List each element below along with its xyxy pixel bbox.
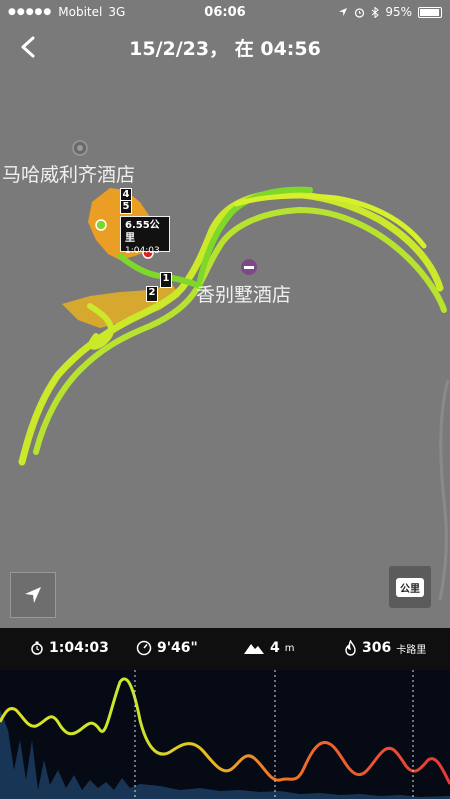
pace-line	[0, 677, 450, 785]
pace-gauge-icon	[136, 640, 152, 656]
page-title: 15/2/23， 在 04:56	[129, 37, 321, 60]
poi-label: 香别墅酒店	[196, 284, 292, 306]
back-button[interactable]	[10, 30, 46, 64]
pace-elevation-chart[interactable]	[0, 670, 450, 799]
map-view[interactable]: 马哈威利齐酒店 香别墅酒店 1 2 3 4 5 6.55公里 1:04:03	[0, 70, 450, 628]
elevation-area	[0, 710, 450, 799]
chevron-left-icon	[21, 36, 35, 58]
flame-icon	[345, 640, 356, 656]
callout-distance: 6.55公里	[125, 220, 160, 244]
battery-icon	[418, 6, 442, 18]
unit-toggle-button[interactable]: 公里	[389, 566, 431, 608]
start-marker	[95, 219, 107, 231]
locate-button[interactable]	[10, 572, 56, 618]
stopwatch-icon	[31, 641, 43, 655]
pace-value: 9'46"	[157, 640, 198, 656]
calories-unit: 卡路里	[396, 644, 427, 656]
elevation-value: 4	[270, 640, 280, 656]
navigation-arrow-icon	[25, 587, 41, 603]
hotel-bed-icon	[241, 259, 257, 275]
elevation-unit: m	[284, 642, 295, 654]
stats-bar: 1:04:03 9'46" 4m 306 卡路里	[0, 628, 450, 670]
status-bar: ●●●●● Mobitel 3G 06:06 95%	[0, 0, 450, 24]
pace-chart-svg	[0, 670, 450, 799]
stat-elevation: 4m	[243, 640, 295, 656]
route-segment	[33, 206, 447, 455]
unit-bubble: 公里	[396, 577, 424, 597]
mountain-icon	[244, 644, 264, 654]
km-marker[interactable]: 5	[120, 200, 132, 214]
stat-calories: 306 卡路里	[344, 640, 426, 656]
poi-label: 马哈威利齐酒店	[2, 164, 136, 186]
hotel-pin-icon	[72, 140, 88, 156]
km-marker[interactable]: 1	[160, 272, 172, 288]
nav-bar: 15/2/23， 在 04:56	[0, 24, 450, 70]
stat-pace: 9'46"	[136, 640, 198, 656]
status-time: 06:06	[204, 4, 246, 20]
calories-value: 306	[362, 640, 392, 656]
road-line	[438, 379, 450, 601]
stat-duration: 1:04:03	[30, 640, 109, 656]
duration-value: 1:04:03	[49, 640, 109, 656]
battery-fill	[420, 8, 439, 16]
km-marker[interactable]: 2	[146, 286, 158, 302]
callout-time: 1:04:03	[125, 246, 160, 256]
finish-callout[interactable]: 6.55公里 1:04:03	[120, 216, 170, 256]
route-map	[18, 186, 450, 601]
